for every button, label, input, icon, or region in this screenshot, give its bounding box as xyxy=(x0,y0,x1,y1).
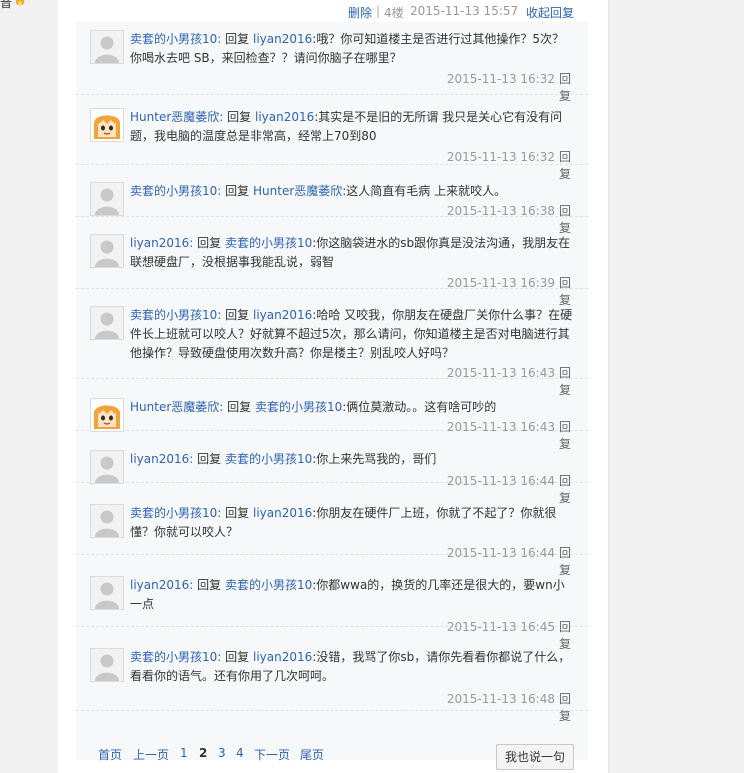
reply-item: 卖套的小男孩10: 回复 Hunter恶魔萎欣:这人简直有毛病 上来就咬人。 20… xyxy=(76,164,588,235)
avatar-default[interactable] xyxy=(90,504,124,538)
pager-page-3[interactable]: 3 xyxy=(218,746,226,760)
reply-content: Hunter恶魔萎欣: 回复 卖套的小男孩10:俩位莫激动。。这有啥可吵的 xyxy=(130,398,575,417)
post-time: 2015-11-13 15:57 xyxy=(410,4,519,18)
reply-username[interactable]: Hunter恶魔萎欣: xyxy=(130,110,223,124)
reply-target-username[interactable]: 卖套的小男孩10 xyxy=(225,236,312,250)
reply-button[interactable]: 回复 xyxy=(559,692,571,723)
reply-target-username[interactable]: 卖套的小男孩10 xyxy=(225,578,312,592)
pager-prev[interactable]: 上一页 xyxy=(133,746,169,763)
right-sidebar-strip xyxy=(608,0,744,773)
reply-word: 回复 xyxy=(225,32,250,46)
reply-username[interactable]: liyan2016: xyxy=(130,452,193,466)
reply-content: liyan2016: 回复 卖套的小男孩10:你这脑袋进水的sb跟你真是没法沟通… xyxy=(130,234,575,272)
reply-content: Hunter恶魔萎欣: 回复 liyan2016:其实是不是旧的无所谓 我只是关… xyxy=(130,108,575,146)
reply-target-username[interactable]: Hunter恶魔萎欣 xyxy=(253,184,342,198)
post-area: 删除 | 4楼 2015-11-13 15:57 收起回复 首页 上一页 1 2… xyxy=(58,0,608,773)
reply-username[interactable]: liyan2016: xyxy=(130,236,193,250)
avatar-default[interactable] xyxy=(90,30,124,64)
reply-time: 2015-11-13 16:48 xyxy=(446,692,555,706)
delete-link[interactable]: 删除 xyxy=(348,4,372,21)
reply-username[interactable]: 卖套的小男孩10: xyxy=(130,32,221,46)
reply-meta: 2015-11-13 16:48 回复 xyxy=(441,690,571,724)
reply-content: 卖套的小男孩10: 回复 liyan2016:哦？你可知道楼主是否进行过其他操作… xyxy=(130,30,575,68)
avatar-default[interactable] xyxy=(90,576,124,610)
pager-first[interactable]: 首页 xyxy=(98,746,122,763)
edge-text: 音 xyxy=(0,0,13,10)
post-tail-bar: 删除 | 4楼 2015-11-13 15:57 收起回复 xyxy=(58,0,608,22)
reply-word: 回复 xyxy=(225,506,250,520)
reply-username[interactable]: liyan2016: xyxy=(130,578,193,592)
avatar-default[interactable] xyxy=(90,648,124,682)
reply-target-username[interactable]: 卖套的小男孩10 xyxy=(255,400,342,414)
reply-content: 卖套的小男孩10: 回复 liyan2016:你朋友在硬件厂上班，你就了不起了？… xyxy=(130,504,575,542)
reply-list: 首页 上一页 1 2 3 4 下一页 尾页 我也说一句 卖套的小男孩10: 回复… xyxy=(76,22,588,770)
reply-item: 卖套的小男孩10: 回复 liyan2016:哦？你可知道楼主是否进行过其他操作… xyxy=(76,30,588,103)
reply-item: 卖套的小男孩10: 回复 liyan2016:哈哈 又咬我，你朋友在硬盘厂关你什… xyxy=(76,288,588,397)
reply-item: 卖套的小男孩10: 回复 liyan2016:没错，我骂了你sb，请你先看看你都… xyxy=(76,626,588,723)
reply-word: 回复 xyxy=(197,236,222,250)
reply-target-username[interactable]: liyan2016 xyxy=(253,650,312,664)
reply-content: 卖套的小男孩10: 回复 Hunter恶魔萎欣:这人简直有毛病 上来就咬人。 xyxy=(130,182,575,201)
reply-item: Hunter恶魔萎欣: 回复 卖套的小男孩10:俩位莫激动。。这有啥可吵的 201… xyxy=(76,378,588,451)
reply-word: 回复 xyxy=(227,400,252,414)
reply-item: 卖套的小男孩10: 回复 liyan2016:你朋友在硬件厂上班，你就了不起了？… xyxy=(76,482,588,577)
pager-page-4[interactable]: 4 xyxy=(236,746,244,760)
reply-username[interactable]: 卖套的小男孩10: xyxy=(130,506,221,520)
left-sidebar-strip: 音 xyxy=(0,0,58,773)
reply-item: liyan2016: 回复 卖套的小男孩10:你这脑袋进水的sb跟你真是没法沟通… xyxy=(76,216,588,307)
say-something-button[interactable]: 我也说一句 xyxy=(496,744,574,770)
floor-number: 4楼 xyxy=(384,6,404,20)
pager-next[interactable]: 下一页 xyxy=(254,746,290,763)
reply-word: 回复 xyxy=(227,110,252,124)
reply-target-username[interactable]: liyan2016 xyxy=(253,32,312,46)
avatar-anime[interactable] xyxy=(90,398,124,432)
reply-word: 回复 xyxy=(197,452,222,466)
reply-text: :这人简直有毛病 上来就咬人。 xyxy=(342,184,507,198)
reply-content: liyan2016: 回复 卖套的小男孩10:你上来先骂我的，哥们 xyxy=(130,450,575,469)
pager-page-1[interactable]: 1 xyxy=(180,746,188,760)
reply-target-username[interactable]: liyan2016 xyxy=(253,308,312,322)
avatar-default[interactable] xyxy=(90,450,124,484)
reply-text: :俩位莫激动。。这有啥可吵的 xyxy=(342,400,497,414)
avatar-default[interactable] xyxy=(90,234,124,268)
reply-item: liyan2016: 回复 卖套的小男孩10:你上来先骂我的，哥们 2015-11… xyxy=(76,430,588,505)
reply-word: 回复 xyxy=(225,650,250,664)
reply-content: 卖套的小男孩10: 回复 liyan2016:哈哈 又咬我，你朋友在硬盘厂关你什… xyxy=(130,306,575,363)
collapse-replies-link[interactable]: 收起回复 xyxy=(526,4,574,21)
reply-text: :你都wwa的，换货的几率还是很大的，要wn小一点 xyxy=(130,578,565,611)
reply-target-username[interactable]: 卖套的小男孩10 xyxy=(225,452,312,466)
pager-page-2-current: 2 xyxy=(199,746,208,760)
reply-content: liyan2016: 回复 卖套的小男孩10:你都wwa的，换货的几率还是很大的… xyxy=(130,576,575,614)
reply-content: 卖套的小男孩10: 回复 liyan2016:没错，我骂了你sb，请你先看看你都… xyxy=(130,648,575,686)
tail-separator: | xyxy=(376,4,381,18)
avatar-default[interactable] xyxy=(90,182,124,216)
avatar-default[interactable] xyxy=(90,306,124,340)
reply-time: 2015-11-13 16:32 xyxy=(446,150,555,164)
reply-time: 2015-11-13 16:32 xyxy=(446,72,555,86)
reply-word: 回复 xyxy=(225,308,250,322)
reply-word: 回复 xyxy=(197,578,222,592)
avatar-anime[interactable] xyxy=(90,108,124,142)
flame-icon xyxy=(12,0,28,8)
reply-word: 回复 xyxy=(225,184,250,198)
reply-username[interactable]: 卖套的小男孩10: xyxy=(130,650,221,664)
reply-username[interactable]: 卖套的小男孩10: xyxy=(130,308,221,322)
reply-target-username[interactable]: liyan2016 xyxy=(253,506,312,520)
reply-username[interactable]: 卖套的小男孩10: xyxy=(130,184,221,198)
reply-text: :你上来先骂我的，哥们 xyxy=(312,452,437,466)
reply-item: Hunter恶魔萎欣: 回复 liyan2016:其实是不是旧的无所谓 我只是关… xyxy=(76,94,588,181)
pager-last[interactable]: 尾页 xyxy=(300,746,324,763)
reply-target-username[interactable]: liyan2016 xyxy=(255,110,314,124)
reply-username[interactable]: Hunter恶魔萎欣: xyxy=(130,400,223,414)
reply-item: liyan2016: 回复 卖套的小男孩10:你都wwa的，换货的几率还是很大的… xyxy=(76,554,588,651)
